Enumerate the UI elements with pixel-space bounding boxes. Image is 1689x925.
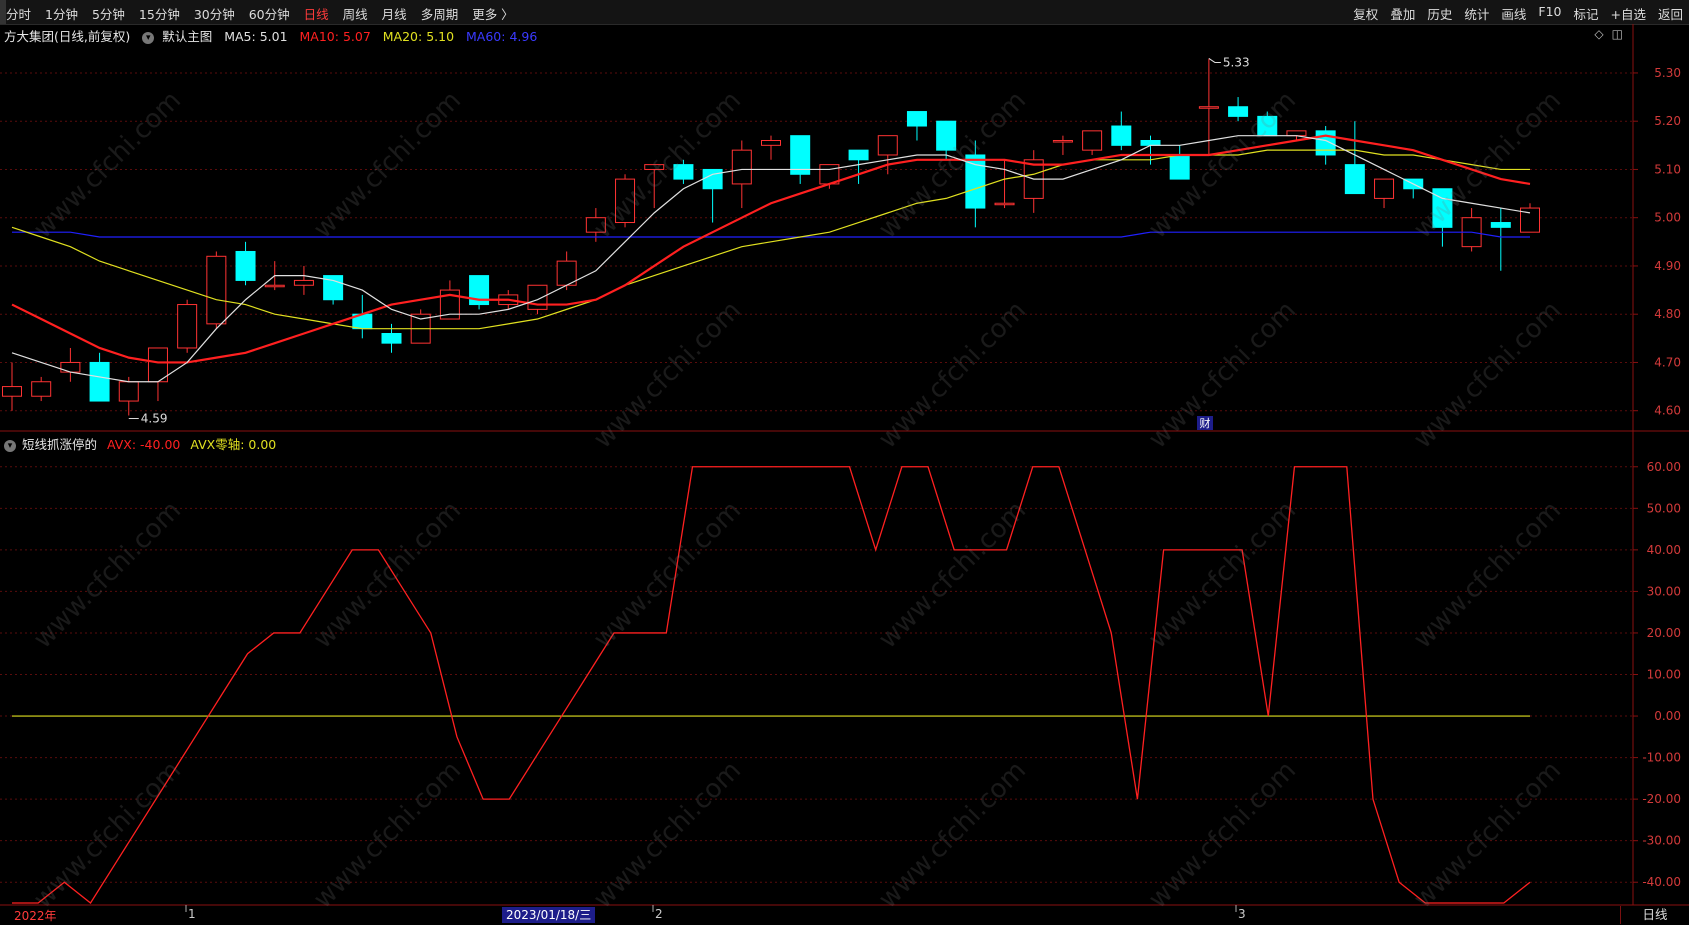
month-3-label: 3 bbox=[1238, 907, 1246, 921]
candle-down bbox=[673, 164, 694, 180]
ma20-line bbox=[11, 149, 1530, 330]
period-button[interactable]: 日线 bbox=[1620, 906, 1689, 924]
candle-up bbox=[31, 381, 52, 397]
event-badge: 财 bbox=[1200, 416, 1211, 430]
main-y-tick-label: 4.80 bbox=[1654, 307, 1681, 321]
main-y-tick-label: 5.20 bbox=[1654, 114, 1681, 128]
candle-down bbox=[1344, 164, 1365, 195]
candle-down bbox=[381, 333, 402, 344]
month-1-label: 1 bbox=[188, 907, 196, 921]
candle-up bbox=[60, 361, 81, 373]
candle-up bbox=[994, 202, 1015, 206]
sub-y-tick-label: 60.00 bbox=[1647, 460, 1681, 474]
kline-chart-canvas[interactable]: 5.30 5.20 5.10 5.00 4.90 4.80 4.70 4.60 5.33 4.59… bbox=[0, 0, 1689, 925]
main-y-tick-label: 4.70 bbox=[1654, 355, 1681, 369]
candle-down bbox=[1315, 130, 1336, 156]
sub-y-tick-label: 20.00 bbox=[1647, 626, 1681, 640]
candle-down bbox=[848, 149, 869, 161]
avx-line bbox=[12, 466, 1531, 904]
main-y-tick-label: 5.10 bbox=[1654, 162, 1681, 176]
sub-y-tick-label: 10.00 bbox=[1647, 668, 1681, 682]
candle-down bbox=[1228, 106, 1249, 117]
sub-y-tick-label: -40.00 bbox=[1642, 875, 1681, 889]
main-y-tick-label: 5.30 bbox=[1654, 66, 1681, 80]
candle-up bbox=[293, 279, 314, 286]
candle-up bbox=[118, 381, 139, 402]
candle-up bbox=[761, 140, 781, 146]
sub-y-tick-label: -20.00 bbox=[1642, 792, 1681, 806]
sub-y-tick-label: -30.00 bbox=[1642, 834, 1681, 848]
candle-down bbox=[89, 361, 110, 402]
candle-up bbox=[615, 178, 636, 224]
candle-up bbox=[527, 284, 548, 310]
candle-up bbox=[1052, 140, 1073, 143]
candle-down bbox=[1257, 115, 1278, 137]
candle-up bbox=[264, 284, 285, 288]
candle-up bbox=[644, 164, 665, 170]
candle-up bbox=[1374, 178, 1395, 199]
low-marker-label: 4.59 bbox=[141, 412, 168, 426]
candle-down bbox=[1111, 125, 1132, 146]
sub-y-tick-label: 0.00 bbox=[1654, 709, 1681, 723]
candle-up bbox=[1082, 130, 1103, 151]
sub-y-tick-label: 30.00 bbox=[1647, 584, 1681, 598]
sub-y-tick-label: 40.00 bbox=[1647, 543, 1681, 557]
main-y-tick-label: 5.00 bbox=[1654, 211, 1681, 225]
candle-up bbox=[731, 149, 752, 185]
candle-down bbox=[235, 250, 256, 281]
candle-up bbox=[877, 135, 898, 156]
sub-y-tick-label: 50.00 bbox=[1647, 501, 1681, 515]
candle-down bbox=[1140, 140, 1161, 146]
main-y-tick-label: 4.60 bbox=[1654, 404, 1681, 418]
candle-down bbox=[790, 135, 811, 175]
candle-down bbox=[1169, 154, 1190, 180]
candle-up bbox=[177, 304, 198, 349]
month-2-label: 2 bbox=[655, 907, 663, 921]
high-marker-label: 5.33 bbox=[1223, 55, 1250, 69]
candle-up bbox=[1198, 106, 1219, 109]
high-marker-arrow bbox=[1208, 58, 1221, 63]
year-label: 2022年 bbox=[14, 909, 57, 923]
candle-down bbox=[936, 120, 957, 151]
candle-down bbox=[1490, 222, 1511, 228]
candle-up bbox=[206, 255, 227, 325]
sub-y-tick-label: -10.00 bbox=[1642, 751, 1681, 765]
candle-up bbox=[585, 217, 606, 233]
candle-up bbox=[1286, 130, 1307, 137]
candle-down bbox=[702, 168, 723, 190]
cursor-date: 2023/01/18/三 bbox=[502, 907, 596, 923]
candle-up bbox=[2, 386, 22, 397]
ma60-line bbox=[12, 231, 1530, 238]
main-y-tick-label: 4.90 bbox=[1654, 259, 1681, 273]
candle-down bbox=[906, 111, 927, 127]
